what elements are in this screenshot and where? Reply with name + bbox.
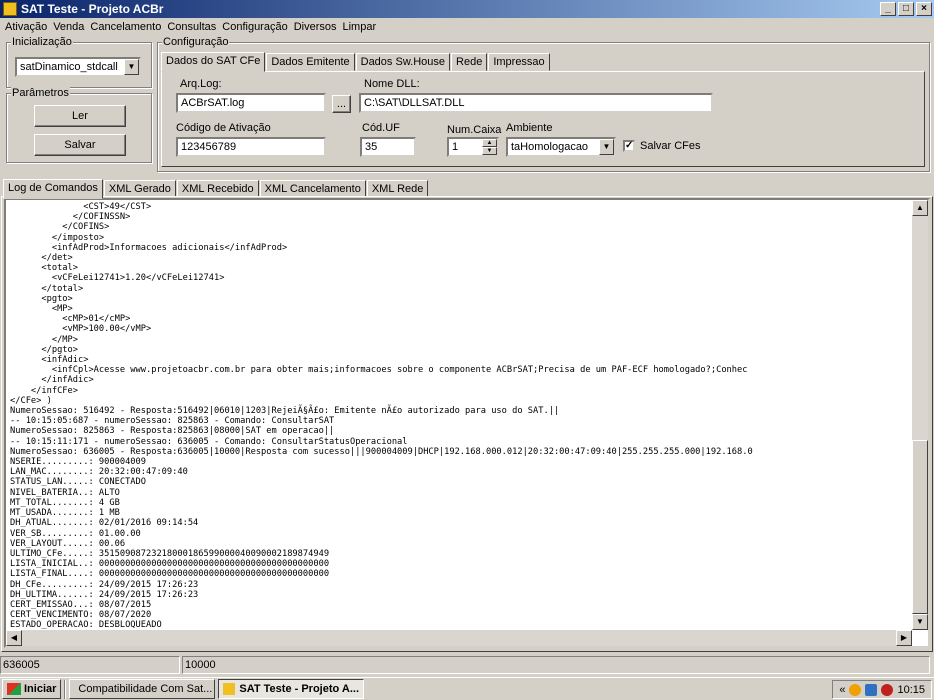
menu-venda[interactable]: Venda (50, 21, 87, 33)
browse-button[interactable]: ... (332, 95, 351, 113)
scroll-left-icon[interactable]: ◀ (6, 630, 22, 646)
scroll-down-icon[interactable]: ▼ (912, 614, 928, 630)
horizontal-scrollbar[interactable]: ◀ ▶ (6, 630, 912, 646)
task-compatibilidade[interactable]: Compatibilidade Com Sat... (69, 679, 216, 699)
nome-dll-input[interactable]: C:\SAT\DLLSAT.DLL (359, 93, 713, 113)
configuracao-legend: Configuração (162, 36, 230, 48)
log-tabs: Log de Comandos XML Gerado XML Recebido … (3, 178, 429, 199)
salvar-cfes-checkbox[interactable]: ✓ (623, 140, 635, 152)
menu-configuracao[interactable]: Configuração (219, 21, 290, 33)
cod-uf-label: Cód.UF (362, 122, 400, 134)
taskbar-separator (64, 679, 67, 699)
update-icon[interactable] (849, 683, 862, 696)
network-icon[interactable] (865, 683, 878, 696)
config-tabs: Dados do SAT CFe Dados Emitente Dados Sw… (161, 51, 551, 72)
taskbar: Iniciar Compatibilidade Com Sat... SAT T… (0, 677, 934, 700)
maximize-button[interactable]: □ (898, 2, 914, 16)
salvar-cfes-label: Salvar CFes (640, 140, 701, 152)
status-bar: 636005 10000 (0, 655, 934, 675)
tray-expand-icon[interactable]: « (839, 684, 845, 696)
tab-log-de-comandos[interactable]: Log de Comandos (3, 179, 103, 199)
tab-rede[interactable]: Rede (451, 53, 488, 71)
ler-button[interactable]: Ler (34, 105, 126, 127)
status-panel-codigo: 10000 (182, 656, 930, 674)
tab-impressao[interactable]: Impressao (488, 53, 550, 71)
scroll-thumb[interactable] (912, 440, 928, 614)
num-caixa-label: Num.Caixa (447, 124, 502, 136)
start-label: Iniciar (24, 683, 57, 695)
spin-down-icon[interactable]: ▼ (482, 147, 497, 155)
scroll-right-icon[interactable]: ▶ (896, 630, 912, 646)
spin-up-icon[interactable]: ▲ (482, 139, 497, 147)
menu-diversos[interactable]: Diversos (291, 21, 340, 33)
security-shield-icon[interactable] (881, 683, 894, 696)
app-icon (3, 2, 17, 16)
inicializacao-legend: Inicialização (11, 36, 73, 48)
num-caixa-stepper[interactable]: 1 ▲ ▼ (447, 137, 499, 157)
configuracao-group: Configuração Dados do SAT CFe Dados Emit… (157, 36, 930, 172)
scroll-up-icon[interactable]: ▲ (912, 200, 928, 216)
windows-flag-icon (7, 683, 21, 695)
tab-dados-sat-cfe[interactable]: Dados do SAT CFe (161, 52, 266, 72)
menu-limpar[interactable]: Limpar (340, 21, 380, 33)
arq-log-input[interactable]: ACBrSAT.log (176, 93, 326, 113)
minimize-button[interactable]: _ (880, 2, 896, 16)
window-title: SAT Teste - Projeto ACBr (21, 2, 164, 16)
codigo-ativacao-input[interactable]: 123456789 (176, 137, 326, 157)
ambiente-label: Ambiente (506, 122, 553, 134)
tab-dados-sw-house[interactable]: Dados Sw.House (355, 53, 451, 71)
task-compatibilidade-label: Compatibilidade Com Sat... (78, 683, 213, 695)
parametros-group: Parâmetros Ler Salvar (6, 87, 152, 163)
chevron-down-icon[interactable]: ▼ (599, 139, 614, 155)
app-icon (223, 683, 236, 695)
close-button[interactable]: × (916, 2, 932, 16)
model-combo[interactable]: satDinamico_stdcall ▼ (15, 57, 141, 77)
ambiente-combo-value: taHomologacao (511, 141, 589, 153)
menu-cancelamento[interactable]: Cancelamento (87, 21, 164, 33)
nome-dll-label: Nome DLL: (364, 78, 420, 90)
num-caixa-value: 1 (452, 141, 459, 153)
system-tray: « 10:15 (832, 680, 932, 699)
menu-consultas[interactable]: Consultas (164, 21, 219, 33)
salvar-button[interactable]: Salvar (34, 134, 126, 156)
clock[interactable]: 10:15 (897, 684, 925, 696)
cod-uf-input[interactable]: 35 (360, 137, 416, 157)
task-sat-teste[interactable]: SAT Teste - Projeto A... (218, 679, 365, 699)
spin-buttons[interactable]: ▲ ▼ (482, 139, 497, 155)
chevron-down-icon[interactable]: ▼ (124, 59, 139, 75)
start-button[interactable]: Iniciar (2, 679, 62, 699)
model-combo-value: satDinamico_stdcall (20, 61, 118, 73)
vertical-scrollbar[interactable]: ▲ ▼ (912, 200, 928, 630)
config-tab-panel: Arq.Log: ACBrSAT.log ... Nome DLL: C:\SA… (161, 71, 925, 167)
title-bar[interactable]: SAT Teste - Projeto ACBr _ □ × (0, 0, 934, 18)
tab-dados-emitente[interactable]: Dados Emitente (266, 53, 355, 71)
task-sat-teste-label: SAT Teste - Projeto A... (239, 683, 359, 695)
status-panel-sessao: 636005 (0, 656, 180, 674)
codigo-ativacao-label: Código de Ativação (176, 122, 271, 134)
ambiente-combo[interactable]: taHomologacao ▼ (506, 137, 616, 157)
arq-log-label: Arq.Log: (180, 78, 222, 90)
log-memo[interactable]: <CST>49</CST> </COFINSSN> </COFINS> </im… (4, 198, 930, 648)
log-text: <CST>49</CST> </COFINSSN> </COFINS> </im… (10, 202, 753, 630)
menu-bar: Ativação Venda Cancelamento Consultas Co… (0, 18, 934, 35)
menu-ativacao[interactable]: Ativação (2, 21, 50, 33)
parametros-legend: Parâmetros (11, 87, 70, 99)
inicializacao-group: Inicialização satDinamico_stdcall ▼ (6, 36, 152, 88)
